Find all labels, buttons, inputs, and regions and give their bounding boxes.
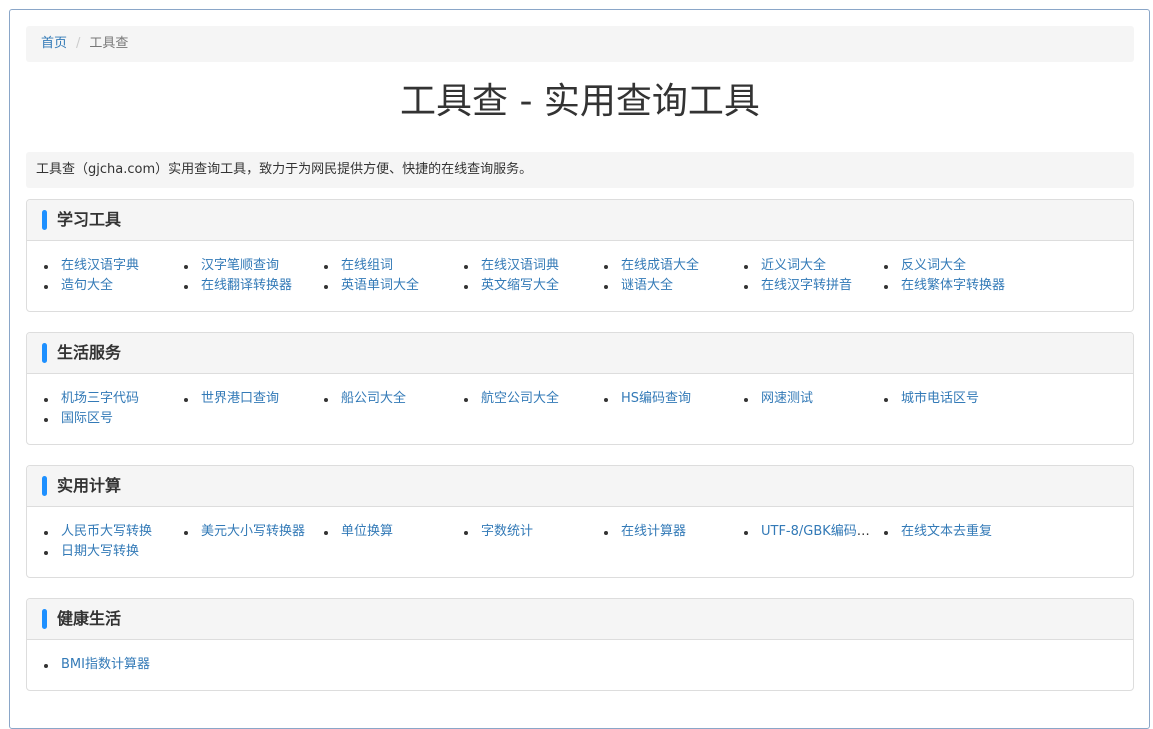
section-body: 机场三字代码 世界港口查询 船公司大全 航空公司大全 HS编码查询 网速测试 城市电话区号国… xyxy=(27,374,1133,429)
tool-link[interactable]: 单位换算 xyxy=(341,524,393,539)
tool-link[interactable]: 英文缩写大全 xyxy=(481,278,559,293)
section-accent-bar xyxy=(42,343,47,363)
tool-link[interactable]: 机场三字代码 xyxy=(61,391,139,406)
list-item: 船公司大全 xyxy=(321,389,461,409)
list-item: 在线翻译转换器 xyxy=(181,276,321,296)
tool-link[interactable]: 网速测试 xyxy=(761,391,813,406)
tool-link[interactable]: 字数统计 xyxy=(481,524,533,539)
tool-link[interactable]: 造句大全 xyxy=(61,278,113,293)
tool-link[interactable]: 汉字笔顺查询 xyxy=(201,258,279,273)
list-item: 近义词大全 xyxy=(741,256,881,276)
list-item: BMI指数计算器 xyxy=(41,655,181,675)
section-title: 实用计算 xyxy=(57,476,122,495)
tool-link-list: 机场三字代码 世界港口查询 船公司大全 航空公司大全 HS编码查询 网速测试 城市电话区号国… xyxy=(27,389,1133,429)
list-item: 单位换算 xyxy=(321,522,461,542)
list-item: 美元大小写转换器 xyxy=(181,522,321,542)
tool-link[interactable]: 日期大写转换 xyxy=(61,544,139,559)
list-item: 汉字笔顺查询 xyxy=(181,256,321,276)
tool-link[interactable]: 在线繁体字转换器 xyxy=(901,278,1005,293)
list-item: UTF-8/GBK编码转换 xyxy=(741,522,881,542)
section-heading: 实用计算 xyxy=(27,466,1133,507)
list-item: 在线汉字转拼音 xyxy=(741,276,881,296)
tool-link[interactable]: 世界港口查询 xyxy=(201,391,279,406)
tool-link[interactable]: HS编码查询 xyxy=(621,391,691,406)
section-panel: 生活服务机场三字代码 世界港口查询 船公司大全 航空公司大全 HS编码查询 网速测试 城市电… xyxy=(26,332,1134,445)
list-item: HS编码查询 xyxy=(601,389,741,409)
list-item: 反义词大全 xyxy=(881,256,1021,276)
tool-link[interactable]: 谜语大全 xyxy=(621,278,673,293)
tool-link[interactable]: 在线汉字转拼音 xyxy=(761,278,852,293)
breadcrumb-home-link[interactable]: 首页 xyxy=(41,36,67,51)
section-panel: 实用计算人民币大写转换 美元大小写转换器 单位换算 字数统计 在线计算器 UTF-8/GB… xyxy=(26,465,1134,578)
tool-link[interactable]: 船公司大全 xyxy=(341,391,406,406)
intro-text: 工具查（gjcha.com）实用查询工具，致力于为网民提供方便、快捷的在线查询服… xyxy=(26,152,1134,188)
tool-link-list: 人民币大写转换 美元大小写转换器 单位换算 字数统计 在线计算器 UTF-8/GBK编码转… xyxy=(27,522,1133,562)
list-item: 国际区号 xyxy=(41,409,181,429)
section-heading: 生活服务 xyxy=(27,333,1133,374)
tool-link[interactable]: 国际区号 xyxy=(61,411,113,426)
section-title: 学习工具 xyxy=(57,210,122,229)
list-item: 在线文本去重复 xyxy=(881,522,1021,542)
section-title: 健康生活 xyxy=(57,609,122,628)
breadcrumb: 首页 / 工具查 xyxy=(26,26,1134,62)
list-item: 机场三字代码 xyxy=(41,389,181,409)
list-item: 在线汉语字典 xyxy=(41,256,181,276)
list-item: 字数统计 xyxy=(461,522,601,542)
tool-link[interactable]: 在线组词 xyxy=(341,258,393,273)
list-item: 在线成语大全 xyxy=(601,256,741,276)
list-item: 在线组词 xyxy=(321,256,461,276)
list-item: 造句大全 xyxy=(41,276,181,296)
list-item: 在线繁体字转换器 xyxy=(881,276,1021,296)
section-accent-bar xyxy=(42,609,47,629)
section-accent-bar xyxy=(42,476,47,496)
tool-link[interactable]: 在线翻译转换器 xyxy=(201,278,292,293)
section-title: 生活服务 xyxy=(57,343,122,362)
section-heading: 健康生活 xyxy=(27,599,1133,640)
tool-link[interactable]: 人民币大写转换 xyxy=(61,524,152,539)
tool-link[interactable]: 在线汉语字典 xyxy=(61,258,139,273)
section-body: BMI指数计算器 xyxy=(27,640,1133,675)
section-accent-bar xyxy=(42,210,47,230)
tool-link[interactable]: 在线文本去重复 xyxy=(901,524,992,539)
section-panel: 学习工具在线汉语字典 汉字笔顺查询 在线组词 在线汉语词典 在线成语大全 近义词大全 反义词… xyxy=(26,199,1134,312)
list-item: 在线汉语词典 xyxy=(461,256,601,276)
tool-link[interactable]: 在线成语大全 xyxy=(621,258,699,273)
tool-link[interactable]: 航空公司大全 xyxy=(481,391,559,406)
list-item: 在线计算器 xyxy=(601,522,741,542)
list-item: 世界港口查询 xyxy=(181,389,321,409)
section-panel: 健康生活 BMI指数计算器 xyxy=(26,598,1134,691)
list-item: 日期大写转换 xyxy=(41,542,181,562)
list-item: 英语单词大全 xyxy=(321,276,461,296)
tool-link[interactable]: 反义词大全 xyxy=(901,258,966,273)
tool-link[interactable]: 城市电话区号 xyxy=(901,391,979,406)
tool-link-list: BMI指数计算器 xyxy=(27,655,1133,675)
breadcrumb-separator: / xyxy=(76,36,81,51)
tool-link[interactable]: 在线汉语词典 xyxy=(481,258,559,273)
list-item: 航空公司大全 xyxy=(461,389,601,409)
breadcrumb-current: 工具查 xyxy=(89,36,129,51)
list-item: 网速测试 xyxy=(741,389,881,409)
tool-link-list: 在线汉语字典 汉字笔顺查询 在线组词 在线汉语词典 在线成语大全 近义词大全 反义词大全造句… xyxy=(27,256,1133,296)
tool-link[interactable]: 英语单词大全 xyxy=(341,278,419,293)
tool-link[interactable]: 近义词大全 xyxy=(761,258,826,273)
list-item: 谜语大全 xyxy=(601,276,741,296)
tool-link[interactable]: BMI指数计算器 xyxy=(61,657,150,672)
tool-link[interactable]: UTF-8/GBK编码转换 xyxy=(761,524,881,539)
page-title: 工具查 - 实用查询工具 xyxy=(400,81,760,122)
list-item: 人民币大写转换 xyxy=(41,522,181,542)
list-item: 英文缩写大全 xyxy=(461,276,601,296)
section-heading: 学习工具 xyxy=(27,200,1133,241)
section-body: 人民币大写转换 美元大小写转换器 单位换算 字数统计 在线计算器 UTF-8/GBK编码转… xyxy=(27,507,1133,562)
list-item: 城市电话区号 xyxy=(881,389,1021,409)
tool-link[interactable]: 美元大小写转换器 xyxy=(201,524,305,539)
tool-link[interactable]: 在线计算器 xyxy=(621,524,686,539)
section-body: 在线汉语字典 汉字笔顺查询 在线组词 在线汉语词典 在线成语大全 近义词大全 反义词大全造句… xyxy=(27,241,1133,296)
